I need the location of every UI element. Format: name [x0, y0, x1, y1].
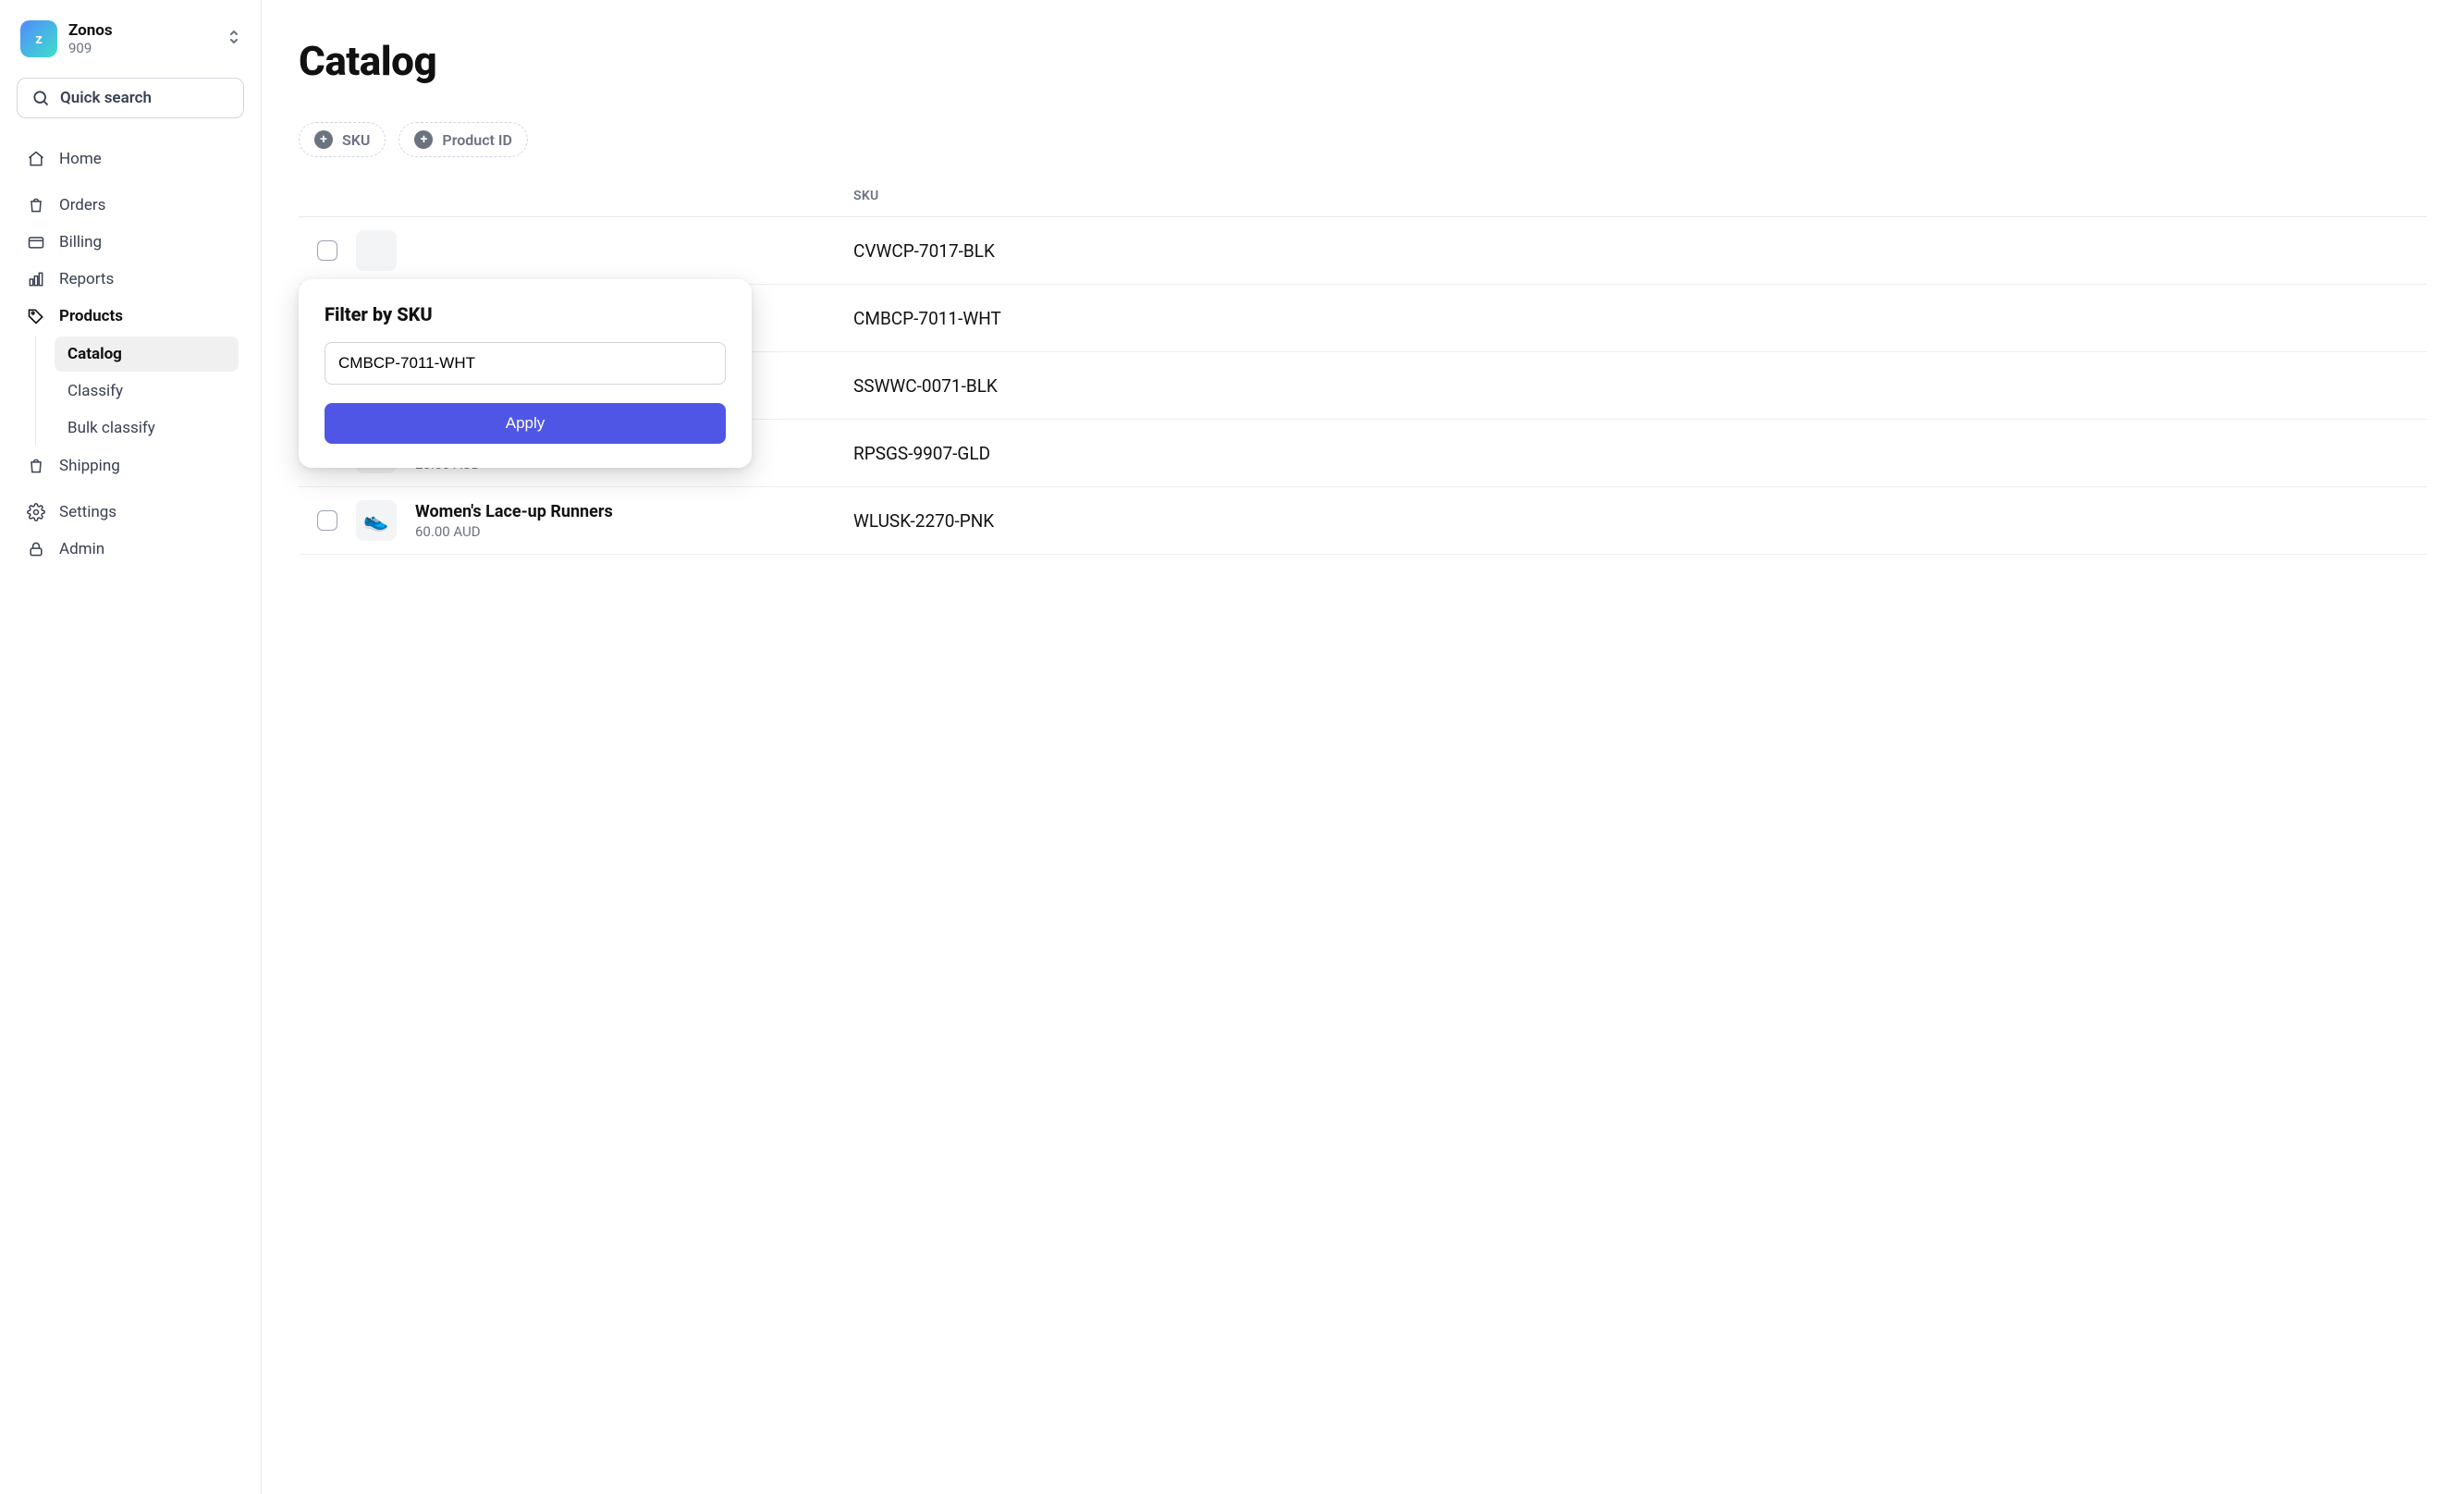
- nav-orders-label: Orders: [59, 196, 105, 214]
- page-title: Catalog: [299, 37, 2427, 85]
- nav-reports-label: Reports: [59, 270, 114, 288]
- nav-settings[interactable]: Settings: [17, 494, 244, 531]
- subnav-catalog[interactable]: Catalog: [55, 337, 239, 372]
- quick-search-label: Quick search: [60, 89, 152, 107]
- filter-chip-product-id-label: Product ID: [442, 131, 512, 149]
- subnav-classify[interactable]: Classify: [55, 374, 239, 409]
- row-checkbox[interactable]: [317, 240, 337, 261]
- nav: Home Orders Billing Reports Products Cat…: [17, 141, 244, 568]
- nav-orders[interactable]: Orders: [17, 187, 244, 224]
- row-checkbox[interactable]: [317, 510, 337, 531]
- nav-admin-label: Admin: [59, 540, 104, 558]
- org-switcher[interactable]: z Zonos 909: [17, 17, 244, 61]
- product-price: 60.00 AUD: [415, 523, 613, 540]
- subnav-bulk-classify[interactable]: Bulk classify: [55, 410, 239, 446]
- table-row[interactable]: 👟 Women's Lace-up Runners 60.00 AUD WLUS…: [299, 487, 2427, 555]
- org-name: Zonos: [68, 21, 216, 40]
- product-sku: SSWWC-0071-BLK: [853, 375, 2427, 397]
- filter-chip-sku-label: SKU: [342, 131, 370, 149]
- plus-icon: +: [314, 130, 333, 149]
- product-name: Women's Lace-up Runners: [415, 502, 613, 521]
- nav-settings-label: Settings: [59, 503, 116, 521]
- nav-products[interactable]: Products: [17, 298, 244, 335]
- box-icon: [26, 456, 46, 476]
- product-sku: RPSGS-9907-GLD: [853, 443, 2427, 464]
- lock-icon: [26, 539, 46, 559]
- nav-billing-label: Billing: [59, 233, 102, 251]
- filter-chip-product-id[interactable]: + Product ID: [398, 122, 528, 157]
- product-sku: WLUSK-2270-PNK: [853, 510, 2427, 532]
- home-icon: [26, 149, 46, 169]
- nav-shipping-label: Shipping: [59, 457, 120, 475]
- search-icon: [31, 88, 51, 108]
- apply-button[interactable]: Apply: [325, 403, 726, 444]
- sku-filter-input[interactable]: [325, 342, 726, 385]
- product-sku: CMBCP-7011-WHT: [853, 308, 2427, 329]
- org-id: 909: [68, 40, 216, 56]
- product-thumb: 👟: [356, 500, 397, 541]
- popover-title: Filter by SKU: [325, 303, 726, 325]
- col-sku: SKU: [853, 189, 2427, 203]
- org-text: Zonos 909: [68, 21, 216, 56]
- org-logo: z: [20, 20, 57, 57]
- table-row[interactable]: CVWCP-7017-BLK: [299, 217, 2427, 285]
- quick-search[interactable]: Quick search: [17, 78, 244, 118]
- chevron-updown-icon: [227, 29, 240, 49]
- chart-icon: [26, 269, 46, 289]
- sidebar: z Zonos 909 Quick search Home Orde: [0, 0, 262, 1494]
- table-header: SKU: [299, 176, 2427, 217]
- nav-home[interactable]: Home: [17, 141, 244, 178]
- nav-billing[interactable]: Billing: [17, 224, 244, 261]
- nav-products-label: Products: [59, 307, 123, 325]
- plus-icon: +: [414, 130, 433, 149]
- gear-icon: [26, 502, 46, 522]
- products-subnav: Catalog Classify Bulk classify: [35, 337, 244, 446]
- filter-chip-sku[interactable]: + SKU: [299, 122, 386, 157]
- filter-popover: Filter by SKU Apply: [299, 279, 752, 468]
- nav-admin[interactable]: Admin: [17, 531, 244, 568]
- product-sku: CVWCP-7017-BLK: [853, 240, 2427, 262]
- product-thumb: [356, 230, 397, 271]
- nav-shipping[interactable]: Shipping: [17, 447, 244, 484]
- nav-home-label: Home: [59, 150, 102, 168]
- main: Catalog + SKU + Product ID Filter by SKU…: [262, 0, 2464, 1494]
- tag-icon: [26, 306, 46, 326]
- filter-chips: + SKU + Product ID: [299, 122, 2427, 157]
- card-icon: [26, 232, 46, 252]
- bag-icon: [26, 195, 46, 215]
- nav-reports[interactable]: Reports: [17, 261, 244, 298]
